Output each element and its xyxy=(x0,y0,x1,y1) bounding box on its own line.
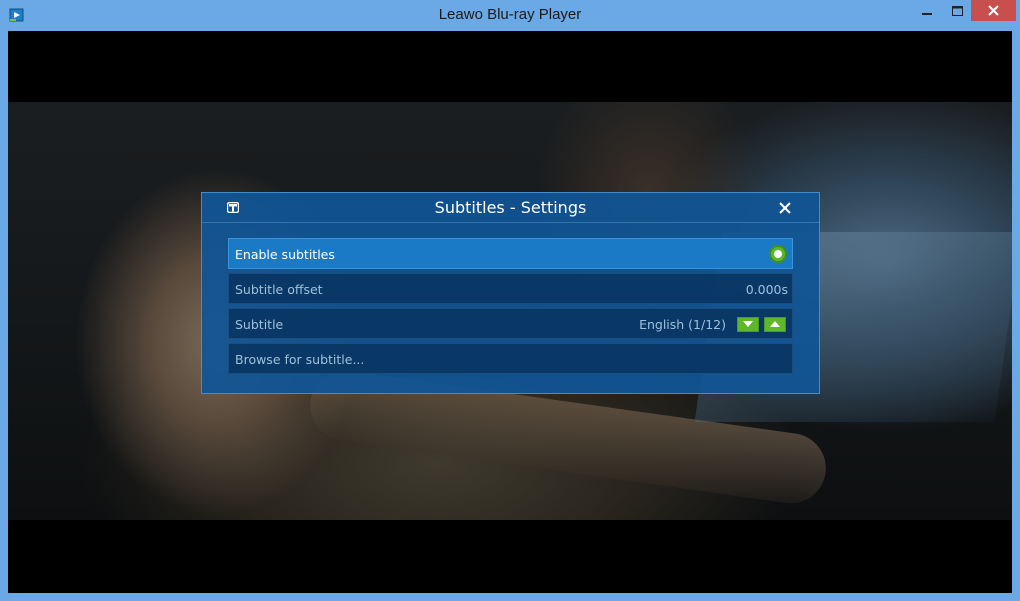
toggle-knob xyxy=(774,250,782,258)
row-label: Subtitle xyxy=(235,317,284,332)
browse-subtitle-row[interactable]: Browse for subtitle... xyxy=(228,343,793,374)
dialog-header: Subtitles - Settings xyxy=(202,193,819,223)
minimize-button[interactable] xyxy=(911,0,943,21)
window-title: Leawo Blu-ray Player xyxy=(438,6,582,23)
close-icon xyxy=(988,5,999,16)
next-subtitle-button[interactable] xyxy=(764,317,786,332)
arrow-up-icon xyxy=(770,321,780,327)
app-window: Leawo Blu-ray Player Subtitles - Setting… xyxy=(0,0,1020,601)
close-button[interactable] xyxy=(971,0,1016,21)
enable-subtitles-row[interactable]: Enable subtitles xyxy=(228,238,793,269)
subtitles-settings-dialog: Subtitles - Settings Enable subtitles Su… xyxy=(201,192,820,394)
row-label: Browse for subtitle... xyxy=(235,352,365,367)
subtitle-track-value: English (1/12) xyxy=(639,317,726,332)
close-icon[interactable] xyxy=(777,200,793,216)
subtitle-track-row[interactable]: Subtitle English (1/12) xyxy=(228,308,793,339)
maximize-button[interactable] xyxy=(943,0,971,21)
toggle-on-icon[interactable] xyxy=(769,245,787,263)
title-bar[interactable]: Leawo Blu-ray Player xyxy=(0,0,1020,31)
dialog-title: Subtitles - Settings xyxy=(434,198,587,217)
subtitle-offset-row[interactable]: Subtitle offset 0.000s xyxy=(228,273,793,304)
settings-list: Enable subtitles Subtitle offset 0.000s … xyxy=(228,238,793,378)
arrow-down-icon xyxy=(743,321,753,327)
maximize-icon xyxy=(951,5,963,16)
row-label: Subtitle offset xyxy=(235,282,323,297)
previous-subtitle-button[interactable] xyxy=(737,317,759,332)
row-label: Enable subtitles xyxy=(235,247,335,262)
minimize-icon xyxy=(922,12,932,15)
subtitle-offset-value: 0.000s xyxy=(745,282,788,297)
